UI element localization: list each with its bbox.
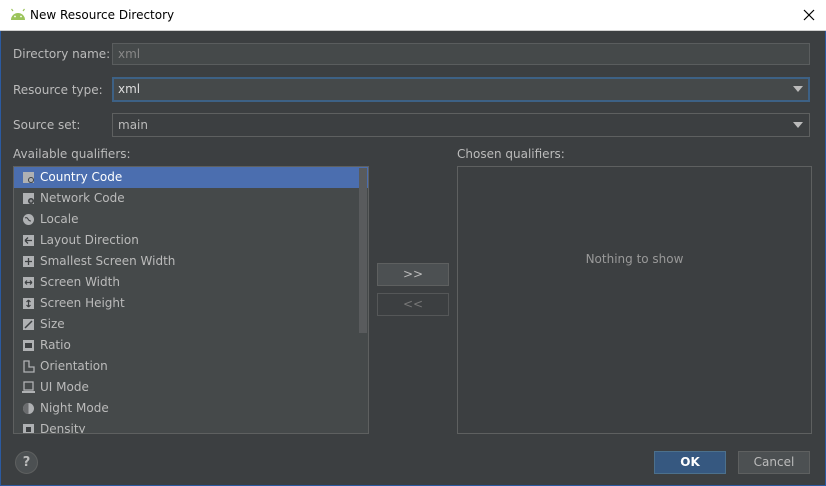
title-bar: New Resource Directory (0, 0, 826, 31)
close-icon (803, 9, 815, 21)
list-item-label: Smallest Screen Width (40, 254, 176, 268)
remove-qualifier-button[interactable]: << (377, 293, 449, 316)
list-item-label: UI Mode (40, 380, 89, 394)
chevron-down-icon (793, 122, 803, 128)
source-set-label: Source set: (13, 118, 81, 132)
resource-type-label: Resource type: (13, 83, 103, 97)
list-item-label: Ratio (40, 338, 71, 352)
list-item-label: Locale (40, 212, 79, 226)
list-item[interactable]: Size (14, 314, 368, 335)
list-item[interactable]: UI Mode (14, 377, 368, 398)
screen-height-icon (23, 298, 34, 309)
close-button[interactable] (800, 6, 818, 24)
cancel-button[interactable]: Cancel (738, 451, 810, 474)
list-item-label: Size (40, 317, 65, 331)
orientation-icon (23, 360, 35, 373)
help-button[interactable]: ? (15, 451, 38, 474)
source-set-dropdown[interactable]: main (112, 113, 810, 137)
list-item-label: Screen Width (40, 275, 120, 289)
globe-icon (23, 214, 34, 225)
smallest-screen-width-icon (23, 256, 34, 267)
country-code-icon (23, 172, 34, 183)
directory-name-field[interactable]: xml (112, 43, 810, 65)
layout-direction-icon (23, 235, 34, 246)
add-qualifier-button[interactable]: >> (377, 263, 449, 286)
directory-name-value: xml (118, 47, 141, 61)
resource-type-dropdown[interactable]: xml (112, 77, 810, 102)
window-title: New Resource Directory (30, 8, 175, 22)
available-qualifiers-list[interactable]: Country Code Network Code Locale Layout Dir… (13, 166, 369, 434)
list-item-label: Country Code (40, 170, 123, 184)
empty-state-text: Nothing to show (585, 252, 684, 266)
list-item-label: Layout Direction (40, 233, 139, 247)
directory-name-label: Directory name: (13, 47, 111, 61)
night-mode-icon (23, 403, 34, 414)
list-item[interactable]: Country Code (14, 167, 368, 188)
list-item-label: Orientation (40, 359, 108, 373)
available-qualifiers-label: Available qualifiers: (13, 147, 131, 161)
list-item-label: Density (40, 422, 86, 434)
list-item[interactable]: Ratio (14, 335, 368, 356)
android-icon (11, 8, 25, 20)
ok-button[interactable]: OK (654, 451, 726, 474)
list-scrollbar[interactable] (359, 168, 367, 333)
list-item-label: Network Code (40, 191, 125, 205)
ui-mode-icon (22, 381, 35, 393)
ratio-icon (23, 340, 34, 351)
list-item[interactable]: Locale (14, 209, 368, 230)
list-item[interactable]: Density (14, 419, 368, 434)
list-item[interactable]: Orientation (14, 356, 368, 377)
source-set-value: main (118, 118, 148, 132)
list-item[interactable]: Night Mode (14, 398, 368, 419)
network-code-icon (23, 193, 34, 204)
screen-width-icon (23, 277, 34, 288)
list-item[interactable]: Smallest Screen Width (14, 251, 368, 272)
chevron-down-icon (793, 86, 803, 92)
chosen-qualifiers-list[interactable]: Nothing to show (457, 166, 812, 434)
list-item[interactable]: Network Code (14, 188, 368, 209)
chosen-qualifiers-label: Chosen qualifiers: (457, 147, 565, 161)
list-item-label: Night Mode (40, 401, 109, 415)
list-item[interactable]: Screen Height (14, 293, 368, 314)
list-item[interactable]: Screen Width (14, 272, 368, 293)
list-item[interactable]: Layout Direction (14, 230, 368, 251)
density-icon (23, 424, 34, 433)
list-item-label: Screen Height (40, 296, 125, 310)
resource-type-value: xml (118, 82, 141, 96)
size-icon (23, 319, 34, 330)
